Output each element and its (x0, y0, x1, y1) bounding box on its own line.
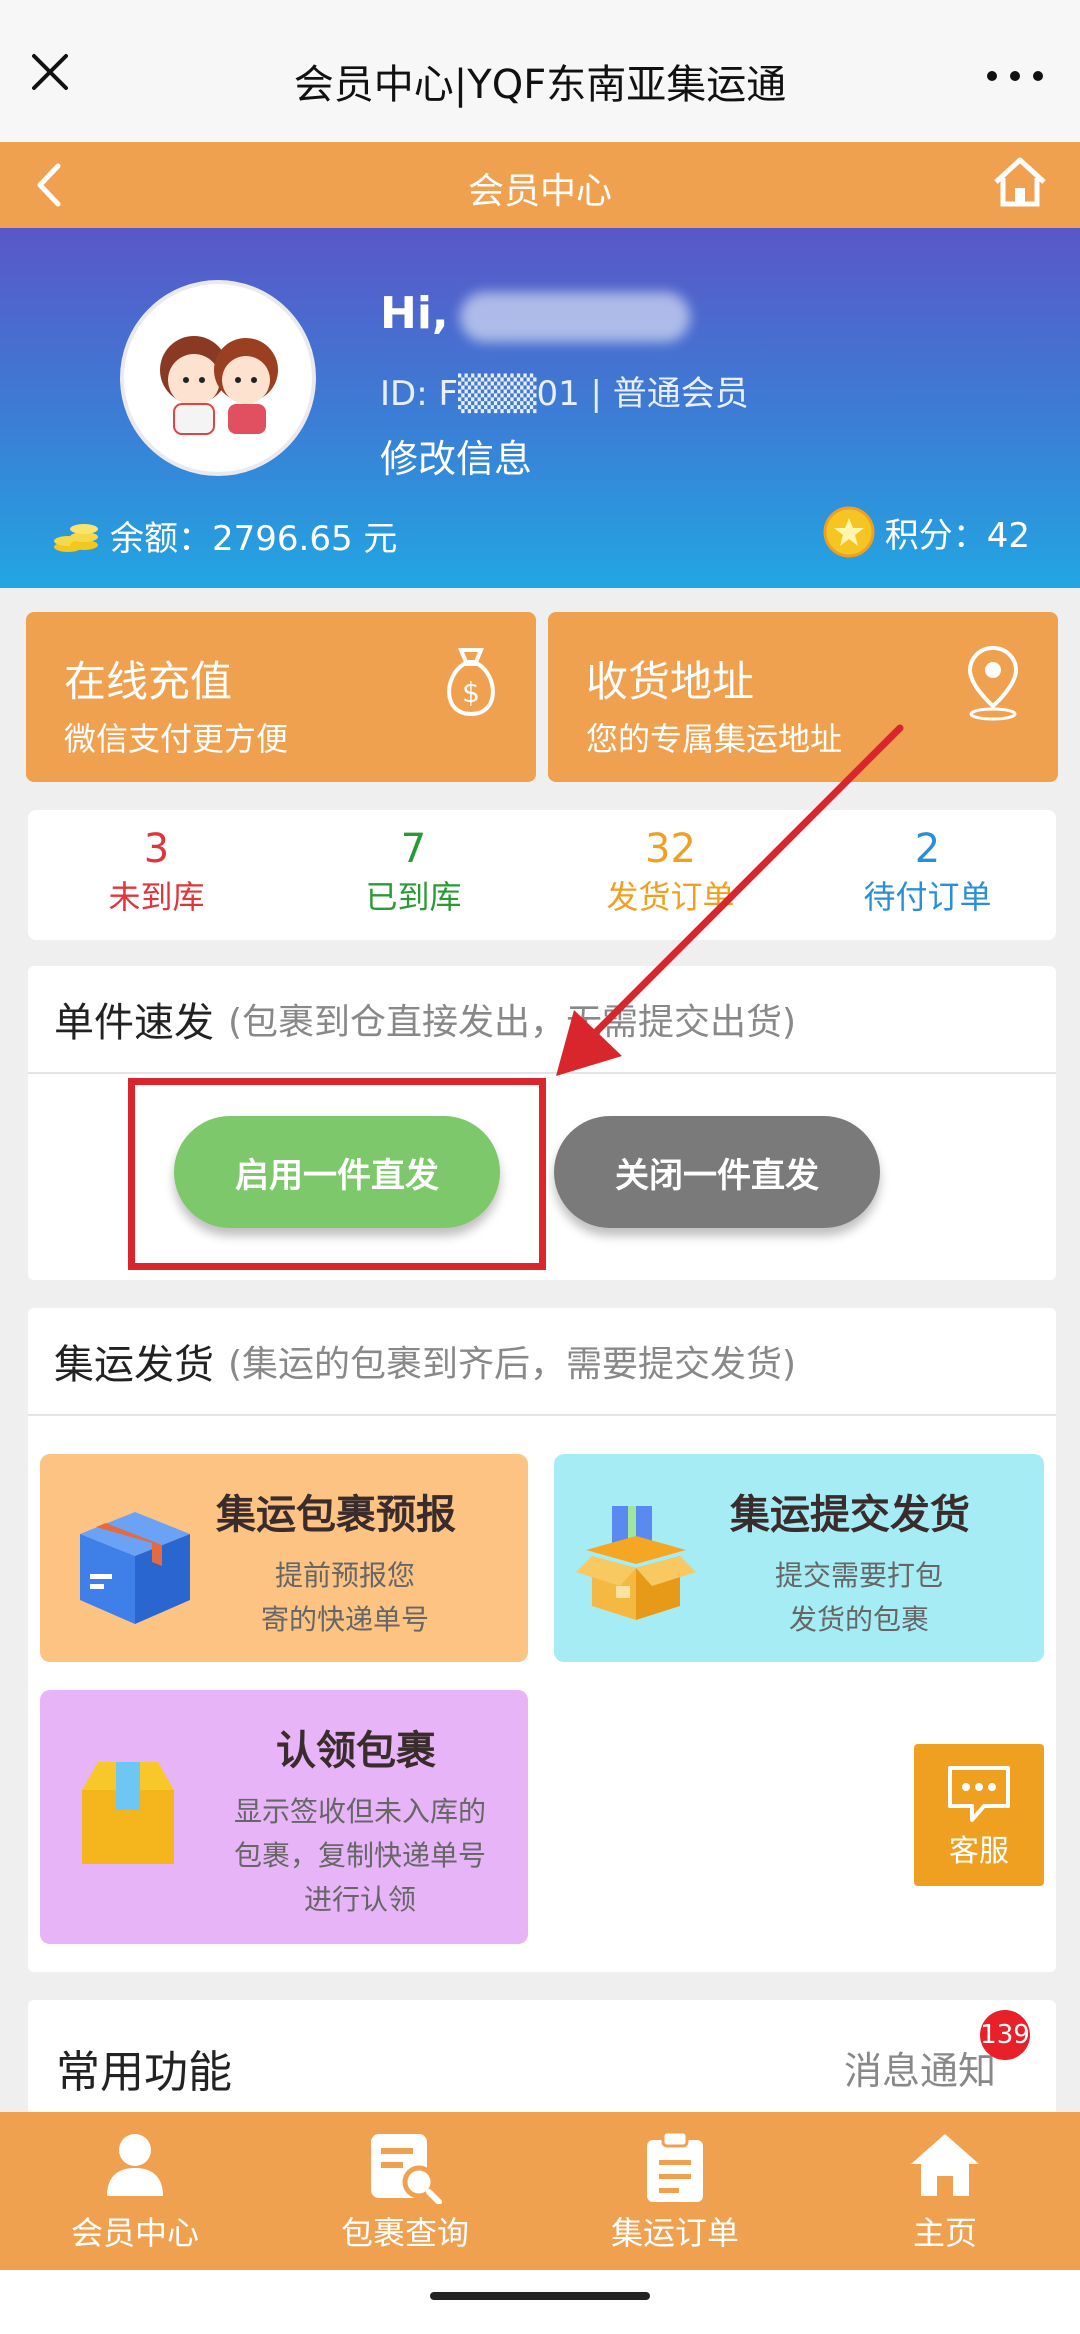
tile-desc-line: 发货的包裹 (788, 1603, 929, 1636)
tile-desc-line: 显示签收但未入库的 (233, 1795, 486, 1828)
home-icon (911, 2134, 979, 2196)
more-icon[interactable] (980, 56, 1050, 96)
customer-service-button[interactable]: 客服 (914, 1744, 1044, 1886)
tile-title: 集运包裹预报 (216, 1492, 456, 1538)
stat-pending-payment[interactable]: 2 待付订单 (799, 810, 1056, 940)
window-title: 会员中心|YQF东南亚集运通 (293, 62, 787, 108)
panel-title: 常用功能 (56, 2047, 232, 2098)
stat-label: 发货订单 (606, 878, 735, 916)
order-stats: 3 未到库 7 已到库 32 发货订单 2 待付订单 (28, 810, 1056, 940)
tab-member-center[interactable]: 会员中心 (0, 2112, 270, 2270)
panel-subtitle: (包裹到仓直接发出，无需提交出货) (228, 1002, 797, 1043)
card-subtitle: 您的专属集运地址 (586, 720, 843, 758)
tile-desc: 提交需要打包 发货的包裹 (754, 1554, 964, 1642)
balance: 余额：2796.65 元 (52, 510, 397, 560)
open-box-gift-icon (576, 1506, 696, 1620)
points-text: 积分：42 (884, 515, 1030, 556)
customer-service-label: 客服 (949, 1834, 1009, 1869)
stat-number: 7 (400, 826, 427, 872)
home-icon[interactable] (990, 152, 1050, 212)
panel-title: 集运发货 (54, 1342, 214, 1388)
cartoon-couple-icon (160, 336, 278, 435)
panel-header: 单件速发 (包裹到仓直接发出，无需提交出货) (28, 966, 1056, 1074)
annotation-highlight-box (128, 1078, 546, 1270)
avatar[interactable] (120, 280, 316, 476)
submit-shipment-tile[interactable]: 集运提交发货 提交需要打包 发货的包裹 (554, 1454, 1044, 1662)
disable-direct-ship-button[interactable]: 关闭一件直发 (554, 1116, 880, 1228)
home-indicator[interactable] (430, 2292, 650, 2300)
system-home-bar (0, 2270, 1080, 2334)
coins-icon (54, 524, 98, 552)
balance-text: 余额：2796.65 元 (110, 518, 398, 559)
stat-shipping-orders[interactable]: 32 发货订单 (542, 810, 799, 940)
claim-parcel-tile[interactable]: 认领包裹 显示签收但未入库的 包裹，复制快递单号 进行认领 (40, 1690, 528, 1944)
stat-not-arrived[interactable]: 3 未到库 (28, 810, 285, 940)
location-pin-icon (967, 645, 1019, 721)
stat-label: 未到库 (108, 878, 205, 916)
tab-parcel-search[interactable]: 包裹查询 (270, 2112, 540, 2270)
notification-badge: 139 (980, 2010, 1030, 2060)
card-title: 在线充值 (64, 657, 233, 706)
box-icon (80, 1512, 190, 1624)
edit-info-link[interactable]: 修改信息 (380, 428, 532, 483)
tile-title: 认领包裹 (276, 1728, 436, 1774)
message-notification-link[interactable]: 消息通知 (844, 2040, 996, 2095)
clipboard-icon (647, 2130, 703, 2202)
parcel-search-icon (371, 2134, 442, 2204)
stat-number: 2 (914, 826, 941, 872)
points: 积分：42 (823, 506, 1030, 558)
tab-label: 集运订单 (610, 2214, 739, 2252)
money-bag-icon: $ (447, 648, 495, 717)
chat-bubble-icon (948, 1766, 1010, 1822)
member-id: ID: F▒▒▒01 | 普通会员 (380, 374, 749, 414)
tile-desc: 提前预报您 寄的快递单号 (240, 1554, 450, 1642)
tile-desc-line: 寄的快递单号 (260, 1603, 429, 1636)
panel-header: 集运发货 (集运的包裹到齐后，需要提交发货) (28, 1308, 1056, 1416)
tab-home[interactable]: 主页 (810, 2112, 1080, 2270)
tile-title: 集运提交发货 (730, 1492, 970, 1538)
wechat-title-bar: 会员中心|YQF东南亚集运通 (0, 0, 1080, 142)
user-icon (107, 2134, 163, 2196)
shipping-address-card[interactable]: 收货地址 您的专属集运地址 (548, 612, 1058, 782)
stat-arrived[interactable]: 7 已到库 (285, 810, 542, 940)
tile-desc: 显示签收但未入库的 包裹，复制快递单号 进行认领 (210, 1790, 510, 1922)
star-medal-icon (823, 506, 875, 558)
tab-label: 主页 (912, 2214, 977, 2252)
stat-label: 已到库 (365, 878, 462, 916)
tile-desc-line: 提交需要打包 (774, 1559, 943, 1592)
stat-number: 3 (143, 826, 170, 872)
page-header: 会员中心 (0, 142, 1080, 228)
greeting: Hi, (380, 288, 449, 339)
panel-title: 单件速发 (54, 1000, 214, 1046)
yellow-box-icon (82, 1762, 174, 1864)
card-subtitle: 微信支付更方便 (64, 720, 289, 758)
profile-banner: Hi, ID: F▒▒▒01 | 普通会员 修改信息 余额：2796.65 元 … (0, 228, 1080, 588)
stat-number: 32 (645, 826, 696, 872)
bottom-tab-bar: 会员中心 包裹查询 集运订单 主页 (0, 2112, 1080, 2270)
page-title: 会员中心 (467, 171, 612, 212)
tab-consolidation-orders[interactable]: 集运订单 (540, 2112, 810, 2270)
tile-desc-line: 进行认领 (303, 1883, 416, 1916)
tile-desc-line: 包裹，复制快递单号 (233, 1839, 486, 1872)
panel-subtitle: (集运的包裹到齐后，需要提交发货) (228, 1344, 797, 1385)
card-title: 收货地址 (586, 657, 755, 706)
stat-label: 待付订单 (863, 878, 992, 916)
parcel-forecast-tile[interactable]: 集运包裹预报 提前预报您 寄的快递单号 (40, 1454, 528, 1662)
tile-desc-line: 提前预报您 (274, 1559, 415, 1592)
blurred-username (460, 292, 690, 342)
svg-text:$: $ (462, 676, 480, 709)
tab-label: 包裹查询 (340, 2214, 469, 2252)
online-recharge-card[interactable]: 在线充值 微信支付更方便 $ (26, 612, 536, 782)
tab-label: 会员中心 (70, 2214, 199, 2252)
